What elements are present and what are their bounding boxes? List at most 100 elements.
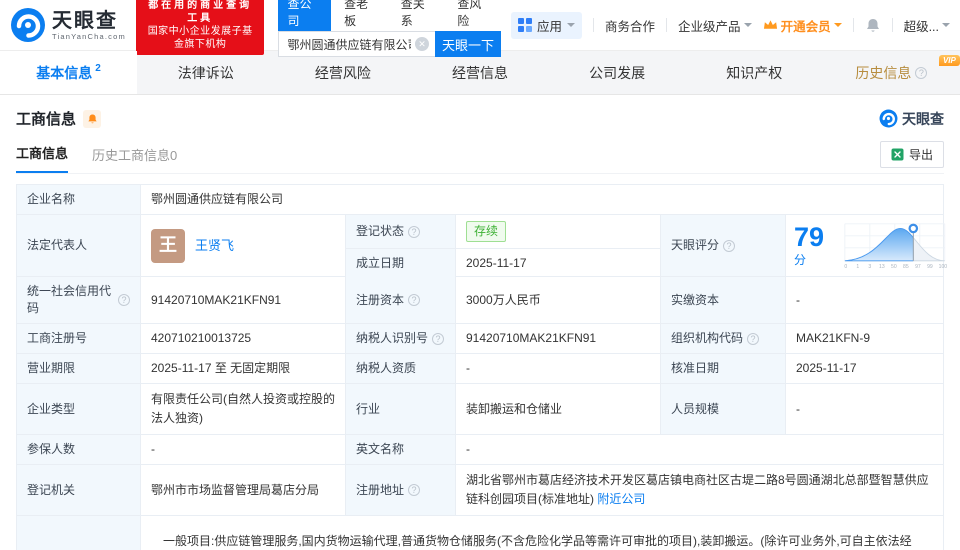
table-row: 营业期限 2025-11-17 至 无固定期限 纳税人资质 - 核准日期 202… [17,354,943,384]
excel-icon [891,148,904,161]
help-icon[interactable] [432,333,444,345]
tab-label: 历史信息 [855,63,911,83]
field-label: 组织机构代码 [661,324,786,353]
reg-capital-value: 3000万人民币 [456,277,661,323]
nav-open-membership[interactable]: 开通会员 [763,16,842,35]
tab-legal-proceedings[interactable]: 法律诉讼 [137,51,274,94]
field-label: 工商注册号 [17,324,141,353]
chevron-down-icon [744,23,752,31]
subtab-count: 0 [170,148,177,163]
reg-status-cell: 存续 [456,215,660,248]
taxpayer-id-value: 91420710MAK21KFN91 [456,324,661,353]
field-label: 人员规模 [661,384,786,434]
credit-code-value: 91420710MAK21KFN91 [141,277,346,323]
apps-menu[interactable]: 应用 [511,12,582,39]
taxpayer-qualification-value: - [456,354,661,383]
export-button[interactable]: 导出 [880,141,944,168]
nav-business-cooperation[interactable]: 商务合作 [605,16,655,35]
search-tab-company[interactable]: 查公司 [278,0,331,31]
english-name-value: - [456,435,943,464]
field-label: 纳税人识别号 [346,324,456,353]
nearby-companies-link[interactable]: 附近公司 [597,492,645,506]
field-label: 登记机关 [17,465,141,515]
help-icon[interactable] [408,226,420,238]
org-code-value: MAK21KFN-9 [786,324,943,353]
paid-capital-value: - [786,277,943,323]
industry-value: 装卸搬运和仓储业 [456,384,661,434]
tab-intellectual-property[interactable]: 知识产权 [686,51,823,94]
search-tab-boss[interactable]: 查老板 [335,0,388,31]
tianyancha-logo-icon [879,109,898,128]
staff-size-value: - [786,384,943,434]
score-axis-ticks: 0 1 3 13 50 85 97 99 100 [844,264,947,270]
notification-bell-icon[interactable] [865,17,881,34]
field-label: 纳税人资质 [346,354,456,383]
tab-business-info[interactable]: 经营信息 [411,51,548,94]
table-row: 企业名称 鄂州圆通供应链有限公司 [17,185,943,215]
watermark-logo: 天眼查 [879,109,944,129]
divider [853,18,854,32]
chevron-down-icon [834,23,842,31]
help-icon[interactable] [408,294,420,306]
svg-text:100: 100 [939,264,948,270]
legal-rep-link[interactable]: 王贤飞 [195,237,234,254]
field-label: 营业期限 [17,354,141,383]
table-row: 工商注册号 420710210013725 纳税人识别号 91420710MAK… [17,324,943,354]
reg-authority-value: 鄂州市市场监督管理局葛店分局 [141,465,346,515]
search-tabs: 查公司 查老板 查关系 查风险 [278,0,501,31]
user-account-menu[interactable]: 超级... [904,16,950,35]
svg-text:1: 1 [856,264,859,270]
tab-count: 2 [95,63,101,74]
help-icon[interactable] [408,484,420,496]
tianyancha-logo[interactable]: 天眼查 TianYanCha.com [10,7,126,43]
membership-label: 开通会员 [781,16,831,35]
field-label: 参保人数 [17,435,141,464]
vip-badge: VIP [939,55,960,66]
establish-date-value: 2025-11-17 [456,249,660,278]
tab-company-development[interactable]: 公司发展 [549,51,686,94]
status-badge: 存续 [466,221,506,242]
table-row: 经营范围 一般项目:供应链管理服务,国内货物运输代理,普通货物仓储服务(不含危险… [17,516,943,550]
field-label: 统一社会信用代码 [17,277,141,323]
legal-rep-cell: 王 王贤飞 [141,215,346,276]
export-label: 导出 [909,146,933,163]
field-label: 登记状态 [346,215,456,248]
subtab-business-info[interactable]: 工商信息 [16,143,68,173]
logo-title: 天眼查 [52,10,126,32]
help-icon[interactable] [118,294,130,306]
field-label: 天眼评分 [661,215,786,276]
reg-address-value: 湖北省鄂州市葛店经济技术开发区葛店镇电商社区古堤二路8号圆通湖北总部暨智慧供应链… [466,473,929,506]
search-tab-risk[interactable]: 查风险 [448,0,501,31]
subtab-history-business-info[interactable]: 历史工商信息0 [92,145,177,173]
help-icon[interactable] [747,333,759,345]
business-scope-value: 一般项目:供应链管理服务,国内货物运输代理,普通货物仓储服务(不含危险化学品等需… [141,516,943,550]
watermark-text: 天眼查 [902,109,944,129]
main-tab-bar: 基本信息 2 法律诉讼 经营风险 经营信息 公司发展 知识产权 VIP 历史信息 [0,50,960,95]
tab-label: 经营风险 [315,63,371,83]
help-icon[interactable] [915,67,927,79]
tab-history-info[interactable]: VIP 历史信息 [823,51,960,94]
tab-operating-risk[interactable]: 经营风险 [274,51,411,94]
enterprise-products-label: 企业级产品 [678,16,741,35]
field-label: 成立日期 [346,249,456,278]
notice-bell-icon[interactable] [83,110,101,128]
svg-text:13: 13 [879,264,885,270]
help-icon[interactable] [723,240,735,252]
field-label: 企业类型 [17,384,141,434]
search-tab-relation[interactable]: 查关系 [392,0,445,31]
table-row: 企业类型 有限责任公司(自然人投资或控股的法人独资) 行业 装卸搬运和仓储业 人… [17,384,943,435]
tab-basic-info[interactable]: 基本信息 2 [0,51,137,94]
field-label: 注册资本 [346,277,456,323]
reg-number-value: 420710210013725 [141,324,346,353]
score-value: 79 [794,222,824,252]
nav-enterprise-products[interactable]: 企业级产品 [678,16,752,35]
field-label: 注册地址 [346,465,456,515]
avatar[interactable]: 王 [151,229,185,263]
tab-label: 公司发展 [589,63,645,83]
reg-address-cell: 湖北省鄂州市葛店经济技术开发区葛店镇电商社区古堤二路8号圆通湖北总部暨智慧供应链… [456,465,943,515]
clear-icon[interactable] [415,37,429,51]
status-date-subgrid: 登记状态 存续 成立日期 2025-11-17 [346,215,661,276]
table-row: 法定代表人 王 王贤飞 登记状态 存续 成立日期 [17,215,943,277]
subtab-label: 历史工商信息 [92,148,170,163]
divider [892,18,893,32]
